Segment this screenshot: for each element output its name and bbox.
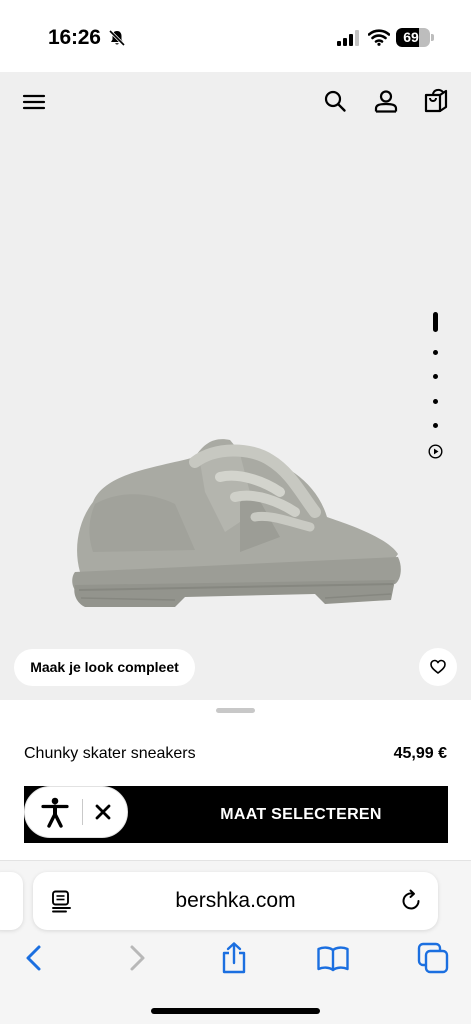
pagination-dot[interactable] xyxy=(433,399,438,404)
select-size-label: MAAT SELECTEREN xyxy=(220,806,382,823)
wishlist-button[interactable] xyxy=(419,648,457,686)
browser-toolbar: bershka.com xyxy=(0,860,471,1024)
pagination-dot[interactable] xyxy=(433,374,438,379)
pagination-dot[interactable] xyxy=(433,350,438,355)
status-time: 16:26 xyxy=(48,26,101,49)
battery-tip xyxy=(431,34,434,41)
product-image-sneaker[interactable] xyxy=(65,432,410,607)
wifi-icon xyxy=(368,29,390,46)
status-bar: 16:26 69 xyxy=(0,0,471,72)
cellular-signal-icon xyxy=(337,30,359,46)
tabs-icon[interactable] xyxy=(416,941,450,975)
pagination-dot-active[interactable] xyxy=(433,312,438,332)
battery-icon: 69 xyxy=(396,28,430,47)
product-gallery[interactable]: Maak je look compleet xyxy=(0,72,471,700)
product-name: Chunky skater sneakers xyxy=(24,745,196,762)
battery-percent: 69 xyxy=(403,29,419,45)
product-price: 45,99 € xyxy=(393,745,447,762)
previous-tab-peek[interactable] xyxy=(0,872,23,930)
share-icon[interactable] xyxy=(217,941,251,975)
accessibility-widget xyxy=(24,786,128,838)
account-icon[interactable] xyxy=(373,88,399,114)
menu-icon[interactable] xyxy=(21,89,47,115)
bell-slash-icon xyxy=(108,29,126,47)
close-icon[interactable] xyxy=(94,803,112,821)
home-indicator[interactable] xyxy=(151,1008,320,1014)
play-video-icon[interactable] xyxy=(428,444,443,459)
forward-icon[interactable] xyxy=(119,941,153,975)
sheet-grabber[interactable] xyxy=(216,708,255,713)
back-icon[interactable] xyxy=(18,941,52,975)
url-text: bershka.com xyxy=(175,889,296,912)
widget-divider xyxy=(82,799,83,825)
pagination-dot[interactable] xyxy=(433,423,438,428)
complete-look-button[interactable]: Maak je look compleet xyxy=(14,649,195,686)
address-bar[interactable]: bershka.com xyxy=(33,872,438,930)
heart-icon xyxy=(430,659,446,674)
accessibility-person-icon[interactable] xyxy=(35,792,75,832)
shopping-bag-icon[interactable] xyxy=(423,87,449,113)
bookmarks-icon[interactable] xyxy=(316,941,350,975)
reload-icon[interactable] xyxy=(399,889,423,913)
search-icon[interactable] xyxy=(322,88,348,114)
